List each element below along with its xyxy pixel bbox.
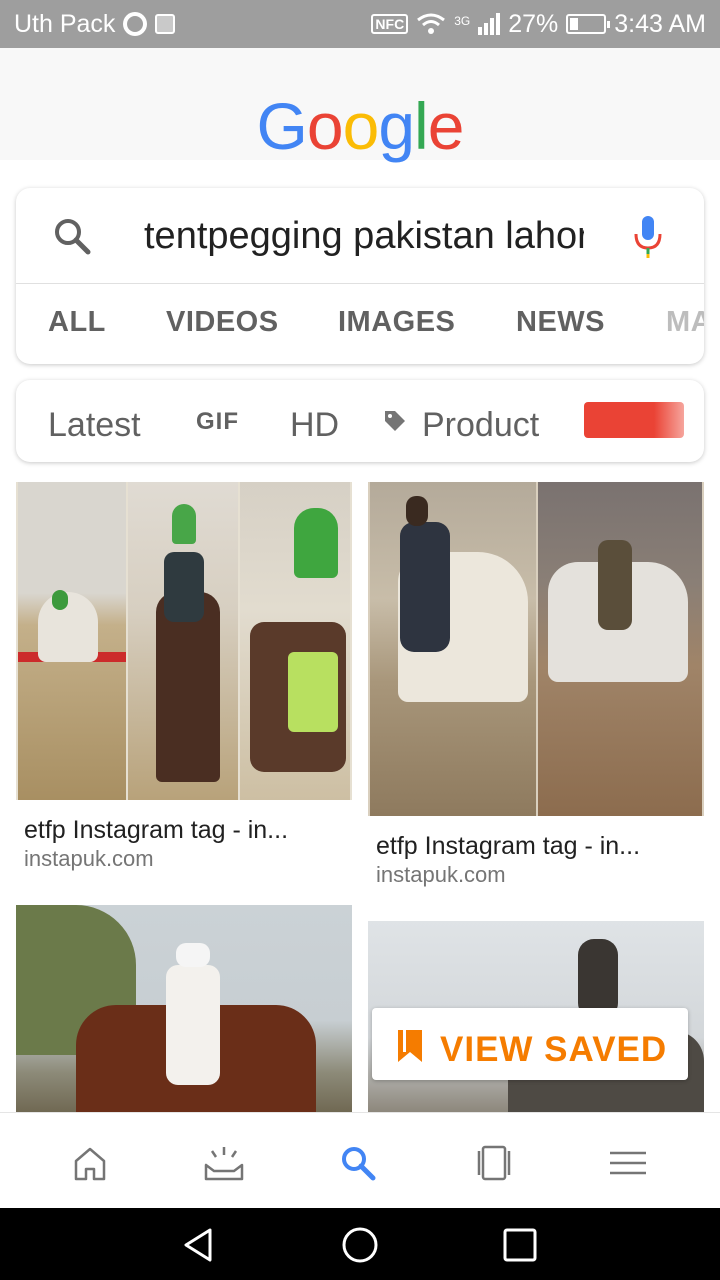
- result-image-2[interactable]: [368, 482, 704, 816]
- whatsapp-icon: [123, 12, 148, 36]
- result-title-1[interactable]: etfp Instagram tag - in...: [24, 816, 288, 845]
- chip-gif[interactable]: GIF: [196, 408, 239, 436]
- search-icon[interactable]: [338, 1143, 378, 1183]
- home-icon[interactable]: [70, 1143, 110, 1183]
- tab-all[interactable]: ALL: [48, 306, 106, 339]
- photo-panel: [18, 482, 126, 800]
- filter-chips: Latest GIF HD Product: [16, 380, 704, 462]
- chip-latest[interactable]: Latest: [48, 406, 141, 445]
- tab-news[interactable]: NEWS: [516, 306, 605, 339]
- google-logo[interactable]: Google: [0, 88, 720, 164]
- photo-panel: [578, 939, 618, 1019]
- chip-color-red[interactable]: [584, 402, 684, 438]
- result-title-2[interactable]: etfp Instagram tag - in...: [376, 832, 640, 861]
- result-image-1[interactable]: [16, 482, 352, 800]
- microphone-icon[interactable]: [632, 214, 664, 260]
- search-bar[interactable]: tentpegging pakistan lahore: [16, 188, 704, 284]
- view-saved-button[interactable]: VIEW SAVED: [372, 1008, 688, 1080]
- photo-panel: [240, 482, 350, 800]
- result-source-2[interactable]: instapuk.com: [376, 862, 506, 888]
- result-source-1[interactable]: instapuk.com: [24, 846, 154, 872]
- clock: 3:43 AM: [614, 9, 706, 38]
- photo-panel: [128, 482, 238, 800]
- wifi-icon: [417, 13, 446, 34]
- back-icon[interactable]: [180, 1226, 218, 1264]
- recents-icon[interactable]: [501, 1226, 539, 1264]
- chip-product[interactable]: Product: [422, 406, 539, 445]
- nfc-icon: NFC: [371, 14, 409, 34]
- tag-icon: [385, 411, 405, 431]
- view-saved-label: VIEW SAVED: [440, 1030, 668, 1069]
- search-card: tentpegging pakistan lahore ALL VIDEOS I…: [16, 188, 704, 364]
- status-bar: Uth Pack NFC 3G 27% 3:43 AM: [0, 0, 720, 48]
- home-button-icon[interactable]: [341, 1226, 379, 1264]
- tab-images[interactable]: IMAGES: [338, 306, 455, 339]
- gallery-notification-icon: [155, 14, 176, 34]
- search-icon[interactable]: [52, 216, 92, 256]
- result-image-3[interactable]: [16, 905, 352, 1115]
- chip-hd[interactable]: HD: [290, 406, 339, 445]
- photo-panel: [538, 482, 702, 816]
- network-type-label: 3G: [454, 13, 471, 28]
- tab-maps[interactable]: MAPS: [666, 306, 704, 339]
- updates-icon[interactable]: [204, 1143, 244, 1183]
- search-input[interactable]: tentpegging pakistan lahore: [144, 212, 584, 260]
- system-nav-bar: [0, 1208, 720, 1280]
- bookmark-icon: [398, 1030, 422, 1062]
- carrier-label: Uth Pack: [14, 9, 116, 38]
- battery-icon: [566, 14, 611, 34]
- signal-icon: [478, 13, 501, 35]
- tabs-icon[interactable]: [474, 1143, 514, 1183]
- battery-percent: 27%: [508, 9, 559, 38]
- photo-panel: [176, 943, 210, 967]
- tab-videos[interactable]: VIDEOS: [166, 306, 279, 339]
- photo-panel: [370, 482, 536, 816]
- bottom-nav: [0, 1112, 720, 1208]
- menu-icon[interactable]: [608, 1143, 648, 1183]
- search-tabs: ALL VIDEOS IMAGES NEWS MAPS: [16, 284, 704, 364]
- photo-panel: [166, 965, 220, 1085]
